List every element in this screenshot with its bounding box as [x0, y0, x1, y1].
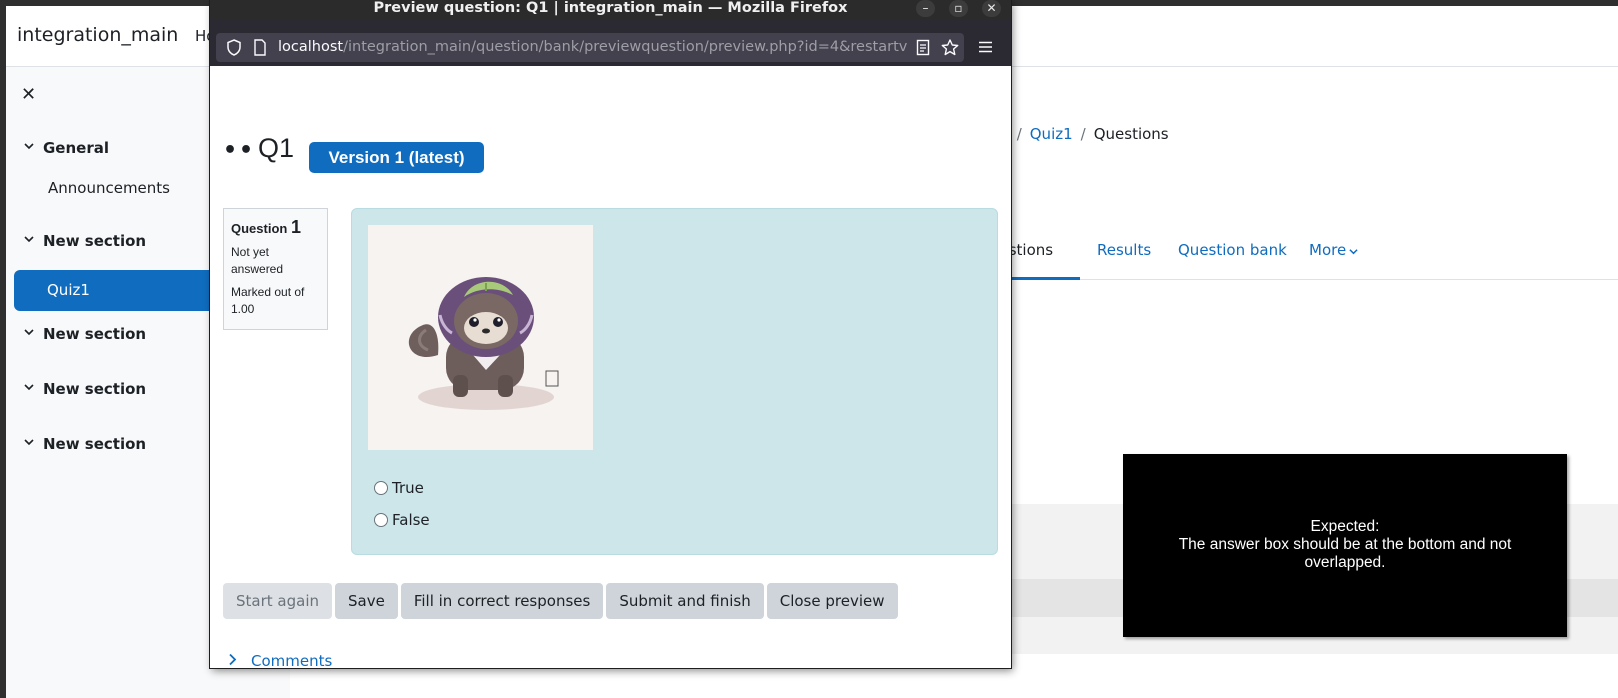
- chevron-right-icon: [228, 652, 237, 668]
- chevron-down-icon: [24, 141, 34, 151]
- comments-toggle[interactable]: Comments: [228, 652, 332, 668]
- breadcrumb-link-quiz1[interactable]: Quiz1: [1030, 125, 1073, 143]
- answer-option-false[interactable]: False: [374, 511, 430, 529]
- preview-button-row: Start again Save Fill in correct respons…: [223, 583, 898, 619]
- question-formulation: True False: [351, 208, 998, 555]
- question-number-value: 1: [290, 217, 301, 237]
- breadcrumb-current: Questions: [1093, 125, 1169, 143]
- save-button[interactable]: Save: [335, 583, 398, 619]
- site-name[interactable]: integration_main: [17, 24, 178, 46]
- expected-note-box: Expected: The answer box should be at th…: [1123, 454, 1567, 637]
- answer-label: True: [392, 479, 424, 497]
- page-icon: [253, 39, 267, 60]
- fill-correct-button[interactable]: Fill in correct responses: [400, 583, 604, 619]
- chevron-down-icon: [24, 327, 34, 337]
- close-preview-button[interactable]: Close preview: [766, 583, 898, 619]
- question-label: Question: [231, 221, 288, 236]
- breadcrumb: on / Quiz1 / Questions: [990, 125, 1169, 143]
- expected-note-text: The answer box should be at the bottom a…: [1178, 536, 1512, 571]
- question-image: [368, 225, 593, 450]
- tab-more-label: More: [1309, 241, 1347, 259]
- question-state: Not yet answered: [231, 245, 284, 276]
- drawer-section-label: New section: [43, 380, 147, 398]
- close-window-icon[interactable]: ✕: [982, 0, 1001, 17]
- menu-icon[interactable]: [978, 38, 993, 57]
- bookmark-star-icon[interactable]: [941, 39, 959, 60]
- url-host: localhost: [278, 39, 344, 55]
- reader-view-icon[interactable]: [916, 39, 930, 60]
- drawer-section-label: New section: [43, 325, 147, 343]
- breadcrumb-separator: /: [1016, 125, 1022, 143]
- firefox-popup-window: Preview question: Q1 | integration_main …: [210, 0, 1011, 668]
- firefox-toolbar: localhost/integration_main/question/bank…: [210, 20, 1011, 66]
- url-bar[interactable]: localhost/integration_main/question/bank…: [216, 33, 964, 62]
- drag-handle-icon: ••: [223, 138, 256, 163]
- question-marks: Marked out of 1.00: [231, 285, 305, 316]
- drawer-section-label: New section: [43, 232, 147, 250]
- quiz-secondary-nav: uestions Results Question bank More: [990, 230, 1618, 280]
- expected-note-heading: Expected:: [1310, 518, 1380, 535]
- shield-icon[interactable]: [226, 39, 242, 60]
- window-titlebar[interactable]: Preview question: Q1 | integration_main …: [210, 0, 1011, 20]
- question-number: Question 1: [231, 217, 320, 238]
- breadcrumb-separator: /: [1080, 125, 1086, 143]
- tab-results[interactable]: Results: [1097, 241, 1151, 259]
- drawer-section-label: New section: [43, 435, 147, 453]
- answer-option-true[interactable]: True: [374, 479, 424, 497]
- start-again-button[interactable]: Start again: [223, 583, 332, 619]
- radio-false[interactable]: [374, 513, 388, 527]
- drawer-section-new-3[interactable]: New section: [24, 380, 146, 398]
- minimize-icon[interactable]: –: [916, 0, 935, 17]
- url-path: /integration_main/question/bank/previewq…: [343, 39, 908, 55]
- chevron-down-icon: [24, 234, 34, 244]
- close-icon[interactable]: ✕: [21, 84, 36, 105]
- preview-page: •• Q1 Version 1 (latest) Question 1 Not …: [210, 66, 1011, 668]
- chevron-down-icon: [24, 437, 34, 447]
- drawer-section-label: General: [43, 139, 109, 157]
- chevron-down-icon: [1349, 242, 1358, 260]
- drawer-item-label: Quiz1: [47, 281, 90, 299]
- drawer-section-new-4[interactable]: New section: [24, 435, 146, 453]
- version-badge: Version 1 (latest): [309, 142, 484, 173]
- drawer-section-new-2[interactable]: New section: [24, 325, 146, 343]
- comments-label: Comments: [251, 652, 333, 668]
- answer-label: False: [392, 511, 430, 529]
- drawer-item-announcements[interactable]: Announcements: [48, 179, 170, 197]
- drawer-section-general[interactable]: General: [24, 139, 109, 157]
- maximize-icon[interactable]: ▫: [949, 0, 968, 17]
- submit-finish-button[interactable]: Submit and finish: [606, 583, 764, 619]
- window-title: Preview question: Q1 | integration_main …: [373, 0, 848, 16]
- drawer-section-new-1[interactable]: New section: [24, 232, 146, 250]
- question-title: Q1: [258, 133, 295, 163]
- tab-more[interactable]: More: [1309, 241, 1358, 259]
- url-text[interactable]: localhost/integration_main/question/bank…: [278, 39, 908, 55]
- radio-true[interactable]: [374, 481, 388, 495]
- chevron-down-icon: [24, 382, 34, 392]
- question-info-box: Question 1 Not yet answered Marked out o…: [223, 208, 328, 330]
- tab-question-bank[interactable]: Question bank: [1178, 241, 1287, 259]
